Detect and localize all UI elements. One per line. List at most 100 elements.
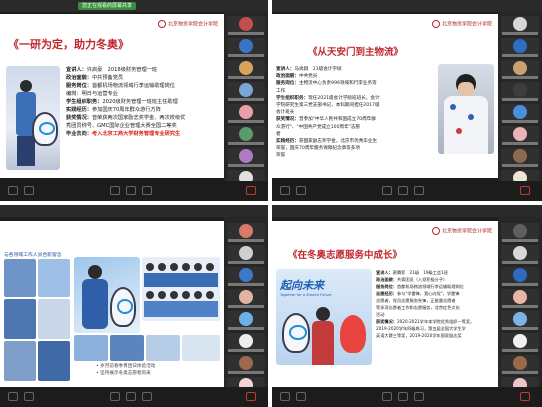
info-line: 服务岗位：首都机场物流领域行李运输助理岗位 bbox=[376, 284, 464, 289]
participant-name-bar bbox=[228, 261, 264, 264]
info-line: 编岗：明日与运营专业 bbox=[66, 91, 118, 97]
video-icon[interactable] bbox=[24, 186, 34, 195]
participants-icon[interactable] bbox=[398, 392, 408, 401]
video-icon[interactable] bbox=[296, 392, 306, 401]
share-screen-icon[interactable] bbox=[382, 392, 392, 401]
mic-icon[interactable] bbox=[280, 186, 290, 195]
participant-tile[interactable] bbox=[227, 16, 265, 35]
avatar bbox=[513, 149, 527, 163]
school-logo: 北京物资学院会计学院 bbox=[432, 227, 492, 235]
participant-tile[interactable] bbox=[501, 355, 539, 374]
info-line: 宣讲人：许启豪 2018级财务管理一班 bbox=[66, 67, 158, 73]
avatar bbox=[239, 334, 253, 348]
chat-icon[interactable] bbox=[414, 186, 424, 195]
participant-name-bar bbox=[228, 371, 264, 374]
chat-icon[interactable] bbox=[142, 392, 152, 401]
volunteer-photo bbox=[74, 257, 140, 333]
info-line: 荣誉 bbox=[276, 153, 286, 159]
share-screen-icon[interactable] bbox=[110, 186, 120, 195]
participant-tile[interactable] bbox=[227, 148, 265, 167]
mic-icon[interactable] bbox=[280, 392, 290, 401]
participant-tile[interactable] bbox=[227, 104, 265, 123]
chat-icon[interactable] bbox=[142, 186, 152, 195]
share-screen-icon[interactable] bbox=[382, 186, 392, 195]
participant-tile[interactable] bbox=[227, 333, 265, 352]
participant-name-bar bbox=[502, 283, 538, 286]
info-line: 英语大赛三等奖，2019-2020学年国家励志奖 bbox=[376, 333, 462, 338]
mic-icon[interactable] bbox=[8, 392, 18, 401]
participants-icon[interactable] bbox=[126, 186, 136, 195]
participant-tile[interactable] bbox=[501, 148, 539, 167]
participant-name-bar bbox=[502, 371, 538, 374]
info-line: 服务岗位：首都机场物流领域行李运输助理岗位 bbox=[66, 83, 175, 89]
speaker-photo bbox=[438, 64, 494, 154]
group-photo bbox=[142, 257, 220, 321]
info-line: 志愿经历：参与"学雷锋，我心向党"，学雷锋 bbox=[376, 291, 460, 296]
slide-header: 与各领域工作人员合影留念 bbox=[4, 253, 62, 258]
participant-tile[interactable] bbox=[227, 311, 265, 330]
leave-icon[interactable] bbox=[520, 392, 530, 401]
participant-name-bar bbox=[502, 349, 538, 352]
participant-tile[interactable] bbox=[501, 223, 539, 242]
participant-tile[interactable] bbox=[227, 267, 265, 286]
participant-name-bar bbox=[502, 164, 538, 167]
participants-icon[interactable] bbox=[126, 392, 136, 401]
video-icon[interactable] bbox=[24, 392, 34, 401]
participant-name-bar bbox=[502, 98, 538, 101]
screen-share-indicator[interactable]: 您正在观看的屏幕共享 bbox=[78, 2, 137, 10]
participant-tile[interactable] bbox=[227, 126, 265, 145]
info-line: 服务岗位：主物流中心负责996领域和行李业务等 bbox=[276, 81, 377, 87]
meeting-topbar: 您正在观看的屏幕共享 bbox=[0, 0, 268, 12]
info-line: 会计班长 bbox=[276, 110, 295, 116]
info-line: 实践经历：参加国庆70周年群众游行方阵 bbox=[66, 107, 161, 113]
avatar bbox=[513, 334, 527, 348]
leave-icon[interactable] bbox=[246, 392, 256, 401]
mic-icon[interactable] bbox=[8, 186, 18, 195]
participant-tile[interactable] bbox=[501, 311, 539, 330]
avatar bbox=[239, 290, 253, 304]
avatar bbox=[513, 61, 527, 75]
video-icon[interactable] bbox=[296, 186, 306, 195]
participant-tile[interactable] bbox=[501, 38, 539, 57]
participant-list[interactable] bbox=[498, 217, 542, 396]
participant-tile[interactable] bbox=[501, 245, 539, 264]
participants-icon[interactable] bbox=[398, 186, 408, 195]
participant-name-bar bbox=[228, 327, 264, 330]
participant-tile[interactable] bbox=[501, 289, 539, 308]
participant-name-bar bbox=[228, 32, 264, 35]
participant-tile[interactable] bbox=[501, 126, 539, 145]
participant-tile[interactable] bbox=[501, 267, 539, 286]
info-line: 学生组织职务：2020级财务管理一班班主任助理 bbox=[66, 99, 178, 105]
participant-tile[interactable] bbox=[501, 333, 539, 352]
participant-tile[interactable] bbox=[227, 60, 265, 79]
participant-tile[interactable] bbox=[227, 38, 265, 57]
leave-icon[interactable] bbox=[520, 186, 530, 195]
participant-tile[interactable] bbox=[227, 355, 265, 374]
participant-tile[interactable] bbox=[501, 16, 539, 35]
info-line: 宣讲人：马尚翔 21级会计学硕 bbox=[276, 67, 342, 72]
participant-tile[interactable] bbox=[501, 82, 539, 101]
avatar bbox=[513, 268, 527, 282]
participant-list[interactable] bbox=[224, 217, 268, 396]
participant-list[interactable] bbox=[224, 12, 268, 189]
participant-name-bar bbox=[502, 76, 538, 79]
participant-tile[interactable] bbox=[227, 289, 265, 308]
chat-icon[interactable] bbox=[414, 392, 424, 401]
leave-icon[interactable] bbox=[246, 186, 256, 195]
participant-tile[interactable] bbox=[501, 104, 539, 123]
participant-tile[interactable] bbox=[227, 245, 265, 264]
participant-list[interactable] bbox=[498, 12, 542, 189]
participant-tile[interactable] bbox=[227, 223, 265, 242]
avatar bbox=[513, 246, 527, 260]
participant-tile[interactable] bbox=[227, 82, 265, 101]
meeting-window-4: 北京物资学院会计学院 《在冬奥志愿服务中成长》 起向未来 Together fo… bbox=[272, 205, 542, 407]
slide-title: 《一研为定，助力冬奥》 bbox=[8, 38, 129, 51]
avatar bbox=[513, 83, 527, 97]
participant-tile[interactable] bbox=[501, 60, 539, 79]
participant-name-bar bbox=[228, 120, 264, 123]
share-screen-icon[interactable] bbox=[110, 392, 120, 401]
avatar bbox=[513, 356, 527, 370]
photo-collage-bottom bbox=[74, 335, 220, 361]
avatar bbox=[239, 224, 253, 238]
info-line: 政治面貌：中共党员 bbox=[276, 74, 318, 80]
